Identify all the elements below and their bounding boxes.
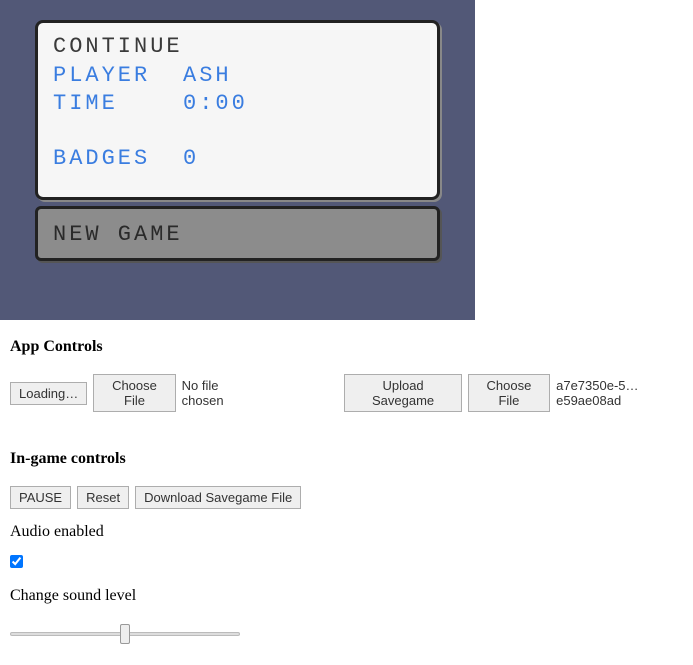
stat-row-player: PLAYER ASH [53, 62, 422, 91]
stat-row-badges: BADGES 0 [53, 145, 422, 174]
pause-button[interactable]: PAUSE [10, 486, 71, 509]
stat-label-player: PLAYER [53, 62, 183, 91]
continue-title: CONTINUE [53, 33, 422, 62]
sound-level-label: Change sound level [10, 587, 693, 605]
sound-level-slider[interactable] [10, 632, 240, 636]
newgame-label: NEW GAME [53, 221, 422, 250]
ingame-controls-title: In-game controls [10, 450, 693, 468]
download-savegame-button[interactable]: Download Savegame File [135, 486, 301, 509]
upload-savegame-button[interactable]: Upload Savegame [344, 374, 461, 412]
app-controls-row: Loading… Choose File No file chosen Uplo… [10, 374, 693, 412]
choose-file-button-2[interactable]: Choose File [468, 374, 550, 412]
audio-enabled-checkbox[interactable] [10, 555, 23, 568]
stat-value-time: 0:00 [183, 90, 248, 119]
continue-panel[interactable]: CONTINUE PLAYER ASH TIME 0:00 BADGES 0 [35, 20, 440, 200]
stat-value-player: ASH [183, 62, 232, 91]
ingame-controls-row: PAUSE Reset Download Savegame File [10, 486, 693, 509]
no-file-chosen-label: No file chosen [182, 378, 258, 408]
stat-spacer [53, 119, 422, 145]
game-screen: CONTINUE PLAYER ASH TIME 0:00 BADGES 0 N… [0, 0, 475, 320]
app-controls-title: App Controls [10, 338, 693, 356]
stat-row-time: TIME 0:00 [53, 90, 422, 119]
audio-enabled-label: Audio enabled [10, 523, 693, 541]
stat-label-badges: BADGES [53, 145, 183, 174]
stat-label-time: TIME [53, 90, 183, 119]
stat-value-badges: 0 [183, 145, 199, 174]
savegame-filename-label: a7e7350e-5…e59ae08ad [556, 378, 693, 408]
loading-button[interactable]: Loading… [10, 382, 87, 405]
newgame-panel[interactable]: NEW GAME [35, 206, 440, 261]
reset-button[interactable]: Reset [77, 486, 129, 509]
choose-file-button-1[interactable]: Choose File [93, 374, 175, 412]
